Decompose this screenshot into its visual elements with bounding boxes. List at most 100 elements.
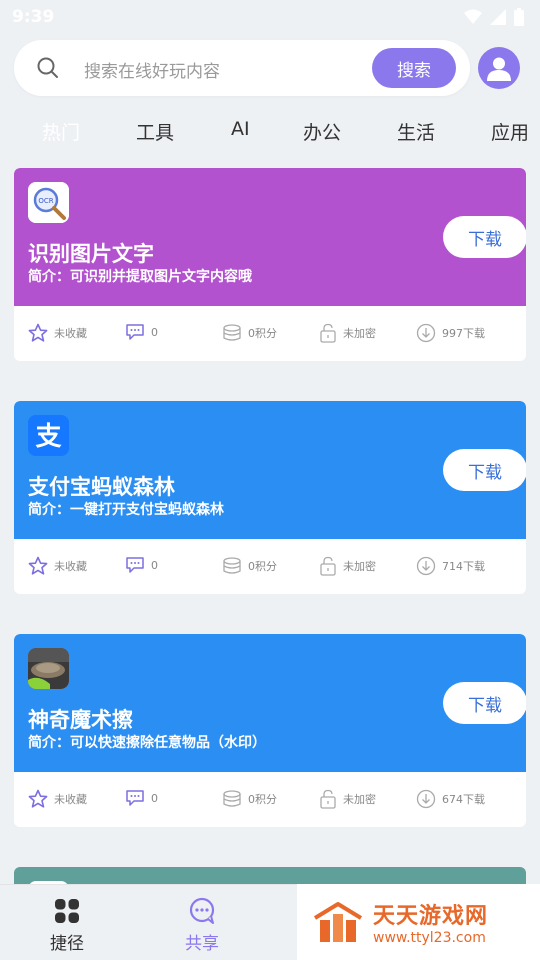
search-placeholder: 搜索在线好玩内容 [84, 62, 220, 82]
card-banner: 支 支付宝蚂蚁森林 简介：一键打开支付宝蚂蚁森林 下载 [14, 401, 526, 539]
search-icon [37, 57, 58, 78]
comment-stat[interactable]: 0 [125, 789, 158, 807]
encryption-label: 未加密 [343, 327, 376, 340]
favorite-stat[interactable]: 未收藏 [28, 323, 87, 343]
card-stats: 未收藏 0 0积分 未加密 997下载 [14, 306, 526, 361]
download-button[interactable]: 下载 [443, 449, 526, 491]
star-icon [28, 323, 48, 342]
app-card[interactable]: 神奇魔术擦 简介：可以快速擦除任意物品（水印） 下载 未收藏 0 0积分 未加密… [14, 634, 526, 827]
downloads-label: 674下载 [442, 793, 485, 806]
favorite-label: 未收藏 [54, 793, 87, 806]
nav-label: 共享 [185, 934, 219, 954]
encryption-stat: 未加密 [319, 789, 376, 809]
app-card[interactable]: OCR 识别图片文字 简介：可识别并提取图片文字内容哦 下载 未收藏 0 0积分… [14, 168, 526, 361]
points-label: 0积分 [248, 793, 277, 806]
avatar[interactable] [478, 47, 520, 89]
card-stats: 未收藏 0 0积分 未加密 714下载 [14, 539, 526, 594]
tab-ai[interactable]: AI [231, 118, 250, 140]
encryption-label: 未加密 [343, 793, 376, 806]
download-icon [416, 556, 436, 576]
encryption-stat: 未加密 [319, 323, 376, 343]
watermark-url: www.ttyl23.com [373, 930, 486, 946]
points-label: 0积分 [248, 560, 277, 573]
app-name: 神奇魔术擦 [28, 708, 133, 732]
search-button[interactable]: 搜索 [372, 48, 456, 88]
coins-icon [223, 324, 241, 341]
favorite-label: 未收藏 [54, 327, 87, 340]
coins-icon [223, 557, 241, 574]
watermark-title: 天天游戏网 [373, 904, 489, 929]
search-input[interactable]: 搜索在线好玩内容 搜索 [14, 40, 470, 96]
tab-life[interactable]: 生活 [397, 118, 435, 145]
comment-stat[interactable]: 0 [125, 323, 158, 341]
points-stat: 0积分 [222, 556, 277, 576]
watermark-text: 天天游戏网 www.ttyl23.com [373, 898, 488, 946]
encryption-stat: 未加密 [319, 556, 376, 576]
app-intro: 简介：可以快速擦除任意物品（水印） [28, 735, 266, 751]
coins-icon [223, 790, 241, 807]
status-icons [464, 8, 524, 26]
points-label: 0积分 [248, 327, 277, 340]
battery-icon [514, 8, 524, 26]
search-row: 搜索在线好玩内容 搜索 [14, 40, 526, 96]
lock-icon [320, 323, 336, 343]
app-intro: 简介：可识别并提取图片文字内容哦 [28, 269, 252, 285]
downloads-label: 714下载 [442, 560, 485, 573]
star-icon [28, 556, 48, 575]
app-card[interactable]: 支 支付宝蚂蚁森林 简介：一键打开支付宝蚂蚁森林 下载 未收藏 0 0积分 未加… [14, 401, 526, 594]
downloads-label: 997下载 [442, 327, 485, 340]
alipay-icon: 支 [28, 415, 69, 456]
star-icon [28, 789, 48, 808]
tab-apps[interactable]: 应用 [491, 118, 529, 145]
favorite-stat[interactable]: 未收藏 [28, 789, 87, 809]
download-icon [416, 789, 436, 809]
wifi-icon [464, 9, 482, 24]
lock-icon [320, 556, 336, 576]
downloads-stat: 714下载 [416, 556, 485, 576]
svg-text:OCR: OCR [38, 197, 53, 205]
tab-hot[interactable]: 热门 [42, 118, 80, 145]
downloads-stat: 997下载 [416, 323, 485, 343]
status-bar: 9:39 [0, 0, 540, 34]
status-time: 9:39 [12, 7, 55, 27]
comment-icon [126, 790, 144, 806]
app-name: 支付宝蚂蚁森林 [28, 475, 175, 499]
nav-label: 捷径 [50, 934, 84, 954]
ocr-icon: OCR [28, 182, 69, 223]
comment-count: 0 [151, 325, 158, 339]
favorite-label: 未收藏 [54, 560, 87, 573]
app-name: 识别图片文字 [28, 242, 154, 266]
tab-tools[interactable]: 工具 [136, 118, 174, 145]
download-icon [416, 323, 436, 343]
lock-icon [320, 789, 336, 809]
nav-item-share[interactable]: 共享 [162, 897, 242, 954]
points-stat: 0积分 [222, 789, 277, 809]
comment-stat[interactable]: 0 [125, 556, 158, 574]
comment-count: 0 [151, 791, 158, 805]
category-tabs: 热门 工具 AI 办公 生活 应用 [0, 118, 540, 152]
comment-icon [126, 324, 144, 340]
chat-icon [189, 897, 215, 924]
user-icon [487, 57, 511, 81]
bottom-nav: 捷径 共享 [0, 884, 297, 960]
card-stats: 未收藏 0 0积分 未加密 674下载 [14, 772, 526, 827]
magic-eraser-icon [28, 648, 69, 689]
encryption-label: 未加密 [343, 560, 376, 573]
points-stat: 0积分 [222, 323, 277, 343]
comment-icon [126, 557, 144, 573]
favorite-stat[interactable]: 未收藏 [28, 556, 87, 576]
card-banner: OCR 识别图片文字 简介：可识别并提取图片文字内容哦 下载 [14, 168, 526, 306]
download-button[interactable]: 下载 [443, 682, 526, 724]
nav-item-shortcuts[interactable]: 捷径 [27, 897, 107, 954]
site-logo-icon [313, 902, 363, 942]
svg-text:支: 支 [35, 422, 61, 452]
download-button[interactable]: 下载 [443, 216, 526, 258]
app-intro: 简介：一键打开支付宝蚂蚁森林 [28, 502, 224, 518]
grid-icon [55, 899, 79, 923]
card-banner: 神奇魔术擦 简介：可以快速擦除任意物品（水印） 下载 [14, 634, 526, 772]
watermark: 天天游戏网 www.ttyl23.com [297, 884, 540, 960]
comment-count: 0 [151, 558, 158, 572]
signal-icon [490, 9, 506, 25]
tab-office[interactable]: 办公 [303, 118, 341, 145]
downloads-stat: 674下载 [416, 789, 485, 809]
